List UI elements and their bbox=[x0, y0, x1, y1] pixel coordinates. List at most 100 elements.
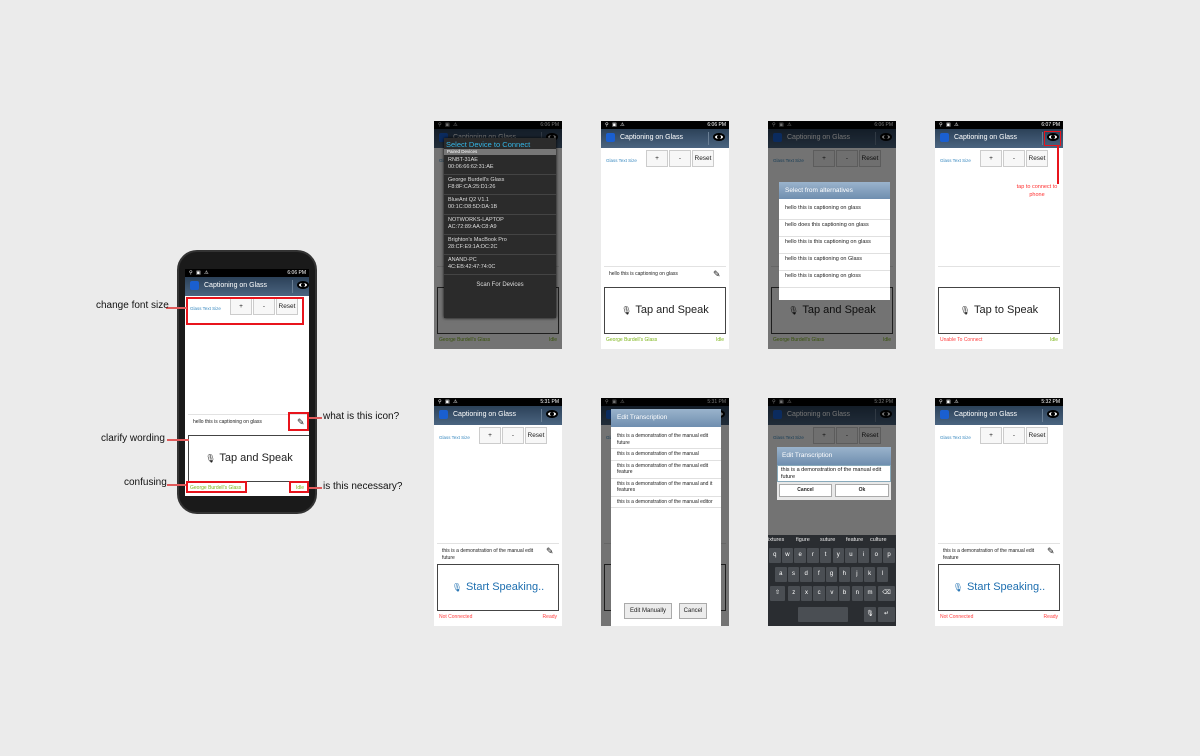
pencil-icon[interactable]: ✎ bbox=[546, 546, 556, 556]
device-item[interactable]: RNBT-31AE 00:06:66:62:31:AE bbox=[444, 155, 556, 175]
key-c[interactable]: c bbox=[813, 586, 825, 601]
device-name: NOTWORKS-LAPTOP bbox=[448, 217, 504, 223]
status-time: 6:07 PM bbox=[1041, 122, 1060, 128]
alternative-item[interactable]: hello this is captioning on gloss bbox=[779, 271, 890, 288]
text-size-increase-button[interactable]: + bbox=[980, 150, 1002, 167]
text-size-reset-button[interactable]: Reset bbox=[1026, 150, 1048, 167]
cancel-button[interactable]: Cancel bbox=[779, 484, 832, 497]
text-size-decrease-button[interactable]: - bbox=[1003, 427, 1025, 444]
keyboard-suggestion[interactable]: figure bbox=[796, 537, 810, 543]
alternative-item[interactable]: hello this is captioning on glass bbox=[779, 203, 890, 220]
key-b[interactable]: b bbox=[838, 586, 851, 601]
backspace-key[interactable]: ⌫ bbox=[878, 586, 895, 601]
device-name: George Burdell's Glass bbox=[448, 177, 505, 183]
key-a[interactable]: a bbox=[775, 567, 787, 582]
text-size-increase-button[interactable]: + bbox=[646, 150, 668, 167]
key-f[interactable]: f bbox=[813, 567, 825, 582]
key-s[interactable]: s bbox=[787, 567, 800, 582]
app-bar: Captioning on Glass bbox=[434, 406, 562, 425]
recognizer-status: Idle bbox=[1049, 337, 1058, 343]
text-size-decrease-button[interactable]: - bbox=[1003, 150, 1025, 167]
keyboard-suggestion[interactable]: feature bbox=[846, 537, 863, 543]
annotation-confusing: confusing bbox=[124, 477, 167, 488]
key-h[interactable]: h bbox=[838, 567, 850, 582]
speak-button[interactable]: 🎙Start Speaking.. bbox=[437, 564, 559, 611]
key-y[interactable]: y bbox=[832, 548, 844, 563]
text-size-reset-button[interactable]: Reset bbox=[525, 427, 547, 444]
status-time: 6:06 PM bbox=[287, 270, 306, 276]
keyboard-suggestion[interactable]: suture bbox=[820, 537, 835, 543]
speak-button[interactable]: 🎙Tap and Speak bbox=[188, 435, 309, 482]
key-z[interactable]: z bbox=[788, 586, 800, 601]
microphone-icon: 🎙 bbox=[952, 583, 963, 592]
key-t[interactable]: t bbox=[819, 548, 832, 563]
text-size-decrease-button[interactable]: - bbox=[502, 427, 524, 444]
device-item[interactable]: George Burdell's Glass F8:8F:CA:25:D1:26 bbox=[444, 175, 556, 195]
shift-key[interactable]: ⇧ bbox=[770, 586, 785, 601]
device-item[interactable]: Brighton's MacBook Pro 28:CF:E9:1A:DC:2C bbox=[444, 235, 556, 255]
text-size-increase-button[interactable]: + bbox=[479, 427, 501, 444]
text-size-increase-button[interactable]: + bbox=[980, 427, 1002, 444]
text-size-decrease-button[interactable]: - bbox=[669, 150, 691, 167]
keyboard-suggestion[interactable]: culture bbox=[870, 537, 887, 543]
dialog-title: Edit Transcription bbox=[611, 409, 721, 427]
key-x[interactable]: x bbox=[800, 586, 813, 601]
device-item[interactable]: NOTWORKS-LAPTOP AC:72:89:AA:C8:A9 bbox=[444, 215, 556, 235]
enter-key[interactable]: ↵ bbox=[878, 607, 895, 622]
edit-manually-button[interactable]: Edit Manually bbox=[624, 603, 672, 619]
key-o[interactable]: o bbox=[870, 548, 883, 563]
transcription-option[interactable]: this is a demonstration of the manual ed… bbox=[611, 497, 721, 508]
key-g[interactable]: g bbox=[825, 567, 838, 582]
scan-devices-button[interactable]: Scan For Devices bbox=[444, 277, 556, 293]
divider bbox=[708, 132, 709, 145]
speak-button[interactable]: 🎙 Tap to Speak bbox=[938, 287, 1060, 334]
text-size-reset-button[interactable]: Reset bbox=[1026, 427, 1048, 444]
caption-text: this is a demonstration of the manual ed… bbox=[943, 548, 1035, 561]
transcription-input[interactable]: this is a demonstration of the manual ed… bbox=[777, 465, 891, 482]
key-j[interactable]: j bbox=[851, 567, 863, 582]
key-d[interactable]: d bbox=[800, 567, 812, 582]
key-r[interactable]: r bbox=[807, 548, 819, 563]
pencil-icon[interactable]: ✎ bbox=[713, 269, 723, 279]
transcription-option[interactable]: this is a demonstration of the manual bbox=[611, 449, 721, 461]
connect-glass-eye-icon[interactable] bbox=[713, 133, 725, 141]
device-item[interactable]: ANAND-PC 4C:EB:42:47:74:0C bbox=[444, 255, 556, 275]
connect-glass-eye-icon[interactable] bbox=[297, 281, 309, 289]
alternative-item[interactable]: hello does this captioning on glass bbox=[779, 220, 890, 237]
key-e[interactable]: e bbox=[794, 548, 806, 563]
key-q[interactable]: q bbox=[769, 548, 781, 563]
microphone-icon: 🎙 bbox=[205, 454, 216, 463]
device-name: ANAND-PC bbox=[448, 257, 477, 263]
transcription-option[interactable]: this is a demonstration of the manual ed… bbox=[611, 431, 721, 449]
recognizer-status: Idle bbox=[715, 337, 724, 343]
device-item[interactable]: BlueAnt Q2 V1.1 00:1C:D8:5D:DA:1B bbox=[444, 195, 556, 215]
key-m[interactable]: m bbox=[864, 586, 876, 601]
connection-status: Not Connected bbox=[439, 614, 473, 620]
alternative-item[interactable]: hello this is this captioning on glass bbox=[779, 237, 890, 254]
alternative-item[interactable]: hello this is captioning on Glass bbox=[779, 254, 890, 271]
text-size-reset-button[interactable]: Reset bbox=[692, 150, 714, 167]
key-w[interactable]: w bbox=[781, 548, 794, 563]
key-n[interactable]: n bbox=[851, 586, 863, 601]
key-l[interactable]: l bbox=[876, 567, 889, 582]
transcription-option[interactable]: this is a demonstration of the manual ed… bbox=[611, 461, 721, 479]
key-k[interactable]: k bbox=[863, 567, 876, 582]
pencil-icon[interactable]: ✎ bbox=[1047, 546, 1057, 556]
key-i[interactable]: i bbox=[857, 548, 870, 563]
key-v[interactable]: v bbox=[826, 586, 838, 601]
edit-transcription-dialog: Edit Transcription this is a demonstratio… bbox=[777, 447, 891, 500]
space-key[interactable] bbox=[798, 607, 848, 622]
microphone-key[interactable]: 🎙 bbox=[864, 607, 876, 622]
connect-glass-eye-icon[interactable] bbox=[546, 410, 558, 418]
cancel-button[interactable]: Cancel bbox=[679, 603, 707, 619]
annotation-is-necessary: is this necessary? bbox=[323, 481, 403, 492]
transcription-option[interactable]: this is a demonstration of the manual an… bbox=[611, 479, 721, 497]
key-u[interactable]: u bbox=[845, 548, 857, 563]
connect-glass-eye-icon[interactable] bbox=[1047, 410, 1059, 418]
key-p[interactable]: p bbox=[883, 548, 895, 563]
speak-button[interactable]: 🎙Tap and Speak bbox=[604, 287, 726, 334]
ok-button[interactable]: Ok bbox=[835, 484, 889, 497]
speak-button[interactable]: 🎙Start Speaking.. bbox=[938, 564, 1060, 611]
keyboard-suggestion[interactable]: ixtures bbox=[768, 537, 784, 543]
status-bar: ⚲ ▣ ⚠ 6:06 PM bbox=[601, 121, 729, 129]
